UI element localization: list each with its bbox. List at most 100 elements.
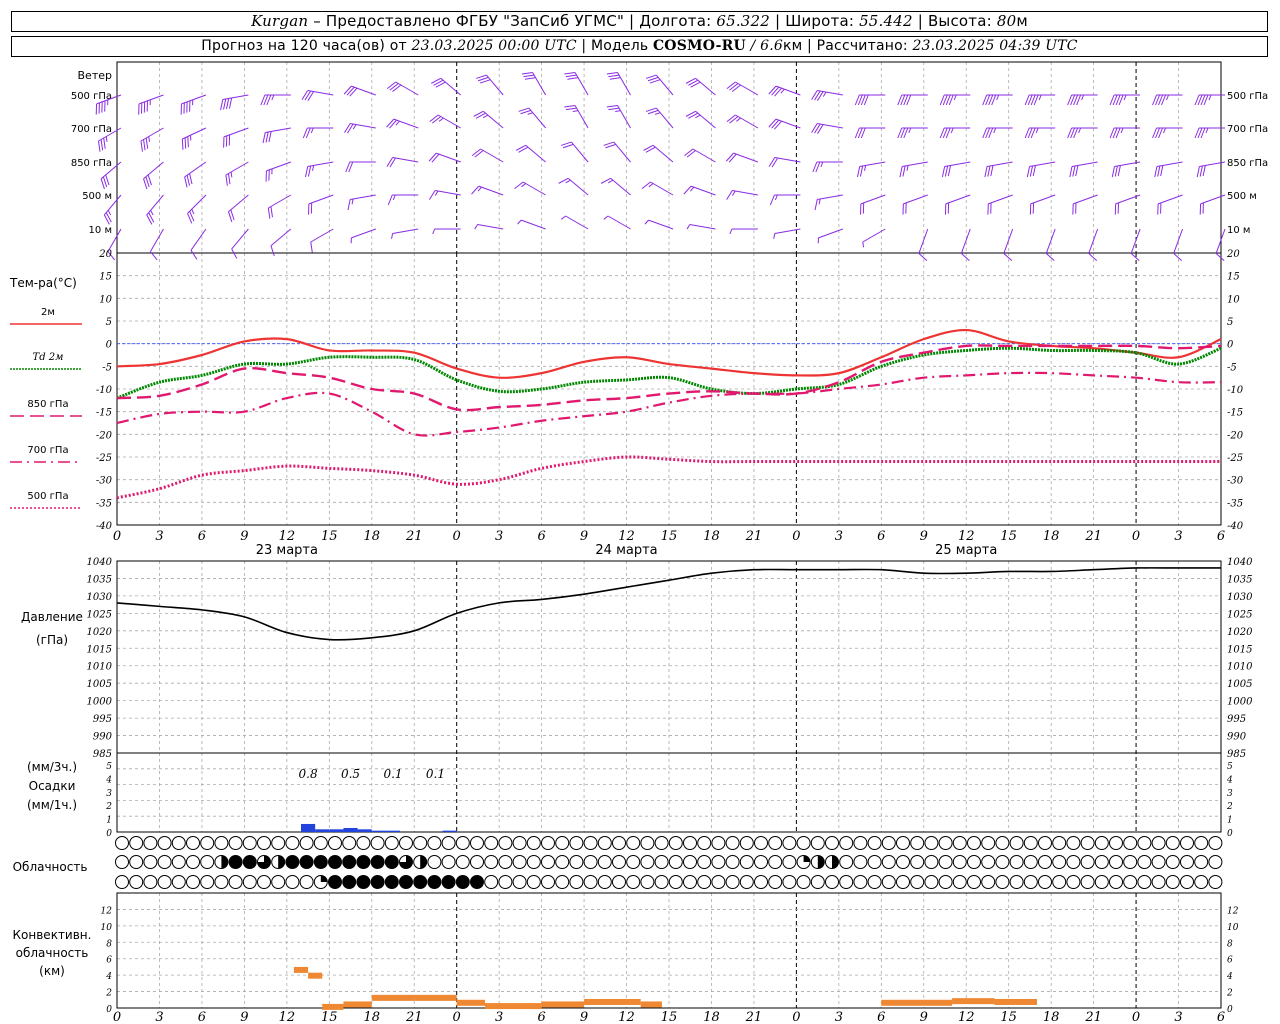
x-tick-label: 0 bbox=[453, 529, 461, 544]
cloud-circle bbox=[427, 855, 442, 869]
convective-bar bbox=[584, 998, 641, 1005]
wind-barb-h500 bbox=[860, 194, 886, 215]
wind-barb-p700 bbox=[726, 114, 759, 129]
wind-barb-p700 bbox=[564, 104, 589, 129]
pressure-title: Давление bbox=[21, 610, 83, 624]
pressure-y-tick: 1020 bbox=[87, 627, 113, 638]
cloud-low bbox=[526, 875, 541, 889]
temp-y-tick-right: -10 bbox=[1227, 385, 1244, 396]
wind-barb-p500 bbox=[685, 77, 716, 96]
cloud-circle bbox=[640, 875, 655, 889]
cloud-circle bbox=[725, 875, 740, 889]
x-tick-label: 6 bbox=[198, 529, 206, 544]
wind-barb-feather bbox=[1130, 253, 1140, 261]
wind-barb-feather bbox=[347, 199, 351, 211]
cloud-circle bbox=[938, 836, 953, 850]
cloud-high bbox=[1080, 836, 1095, 850]
cloud-low bbox=[328, 875, 342, 889]
conv-y-tick: 10 bbox=[101, 923, 113, 933]
temp-y-tick: -40 bbox=[96, 521, 113, 532]
cloud-circle bbox=[1137, 836, 1152, 850]
conv-y-tick: 12 bbox=[101, 906, 113, 916]
cloud-circle bbox=[1109, 855, 1123, 869]
cloud-low bbox=[484, 875, 499, 889]
wind-barb-h500 bbox=[814, 194, 843, 211]
pressure-y-tick-right: 1025 bbox=[1227, 609, 1252, 620]
x-tick-label: 3 bbox=[155, 529, 163, 544]
wind-barb-h10 bbox=[1045, 228, 1056, 261]
cloud-circle bbox=[1180, 875, 1194, 889]
cloud-fill-full bbox=[342, 875, 356, 889]
cloud-fill-partial bbox=[803, 855, 811, 862]
cloud-middle bbox=[413, 855, 428, 869]
wind-barb-half bbox=[434, 190, 439, 196]
cloud-circle bbox=[569, 875, 584, 889]
cloud-fill-partial bbox=[420, 855, 427, 869]
x-tick-label: 21 bbox=[1084, 529, 1102, 544]
cloud-high bbox=[1009, 836, 1024, 850]
wind-barb-staff bbox=[522, 181, 546, 196]
cloud-high bbox=[157, 836, 172, 850]
cloud-circle bbox=[782, 836, 797, 850]
cloud-high bbox=[313, 836, 328, 850]
cloud-circle bbox=[881, 875, 896, 889]
cloud-circle bbox=[683, 836, 697, 850]
wind-barb-half bbox=[474, 224, 478, 230]
cloud-low bbox=[711, 875, 726, 889]
temp-y-tick-right: 10 bbox=[1227, 294, 1240, 305]
cloud-circle bbox=[867, 875, 882, 889]
cloud-middle bbox=[981, 855, 996, 869]
convective-bar bbox=[541, 1001, 585, 1008]
cloud-low bbox=[1094, 875, 1109, 889]
cloud-circle bbox=[129, 875, 144, 889]
cloud-middle bbox=[1194, 855, 1209, 869]
cloud-circle bbox=[512, 875, 527, 889]
cloud-low bbox=[129, 875, 144, 889]
convective-bar bbox=[485, 1003, 542, 1010]
wind-barb-feather bbox=[1045, 253, 1055, 261]
wind-barb-p850 bbox=[984, 161, 1013, 178]
wind-barb-p700 bbox=[1067, 127, 1098, 139]
precip-y-tick-right: 1 bbox=[1227, 816, 1233, 826]
cloud-high bbox=[200, 836, 215, 850]
cloud-circle bbox=[285, 836, 300, 850]
cloud-middle bbox=[654, 855, 669, 869]
pressure-y-tick: 1035 bbox=[87, 574, 112, 585]
cloud-circle bbox=[768, 855, 783, 869]
cloud-low bbox=[541, 875, 555, 889]
cloud-circle bbox=[1194, 875, 1209, 889]
wind-barb-p850 bbox=[857, 161, 886, 178]
temp-y-tick: -5 bbox=[102, 362, 112, 373]
precip-bar bbox=[343, 827, 358, 832]
pressure-y-tick: 990 bbox=[93, 732, 113, 743]
wind-barb-feather bbox=[918, 253, 928, 261]
cloud-high bbox=[257, 836, 271, 850]
wind-barb-feather bbox=[304, 90, 312, 101]
wind-barb-half bbox=[352, 124, 357, 130]
wind-level-label-right: 500 гПа bbox=[1227, 91, 1268, 102]
cloud-middle bbox=[597, 855, 612, 869]
cloud-circle bbox=[881, 855, 896, 869]
wind-barb-half bbox=[644, 219, 649, 225]
cloud-low bbox=[299, 875, 314, 889]
cloud-middle bbox=[129, 855, 144, 869]
wind-barb-p850 bbox=[143, 161, 164, 190]
cloud-low bbox=[952, 875, 967, 889]
cloud-high bbox=[1137, 836, 1152, 850]
temp-y-tick: -30 bbox=[96, 476, 113, 487]
cloud-circle bbox=[683, 875, 697, 889]
wind-barb-half bbox=[312, 165, 315, 171]
pressure-y-tick-right: 1040 bbox=[1227, 557, 1253, 568]
wind-barb-h500 bbox=[987, 194, 1013, 215]
cloud-circle bbox=[157, 836, 172, 850]
cloud-circle bbox=[640, 855, 655, 869]
cloud-middle bbox=[470, 855, 484, 869]
cloud-high bbox=[512, 836, 527, 850]
x-tick-label: 15 bbox=[661, 1010, 678, 1024]
cloud-middle bbox=[356, 855, 371, 869]
cloud-circle bbox=[342, 836, 357, 850]
wind-barb-half bbox=[1078, 127, 1082, 134]
cloud-circle bbox=[668, 875, 683, 889]
cloud-high bbox=[612, 836, 626, 850]
wind-barb-h10 bbox=[918, 228, 929, 261]
